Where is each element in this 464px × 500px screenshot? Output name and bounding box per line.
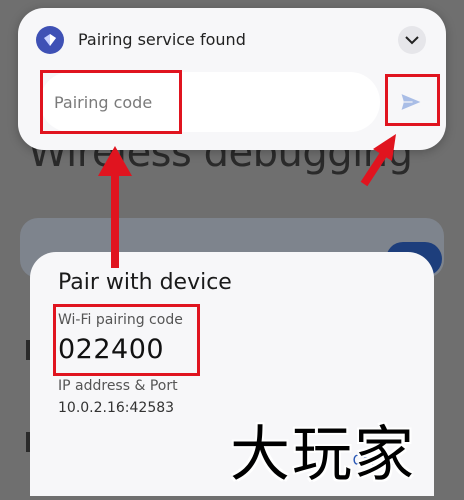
arrow-diagonal-icon [360, 134, 396, 187]
arrow-up-icon [98, 146, 132, 268]
watermark-text: 大玩家 [230, 420, 416, 490]
